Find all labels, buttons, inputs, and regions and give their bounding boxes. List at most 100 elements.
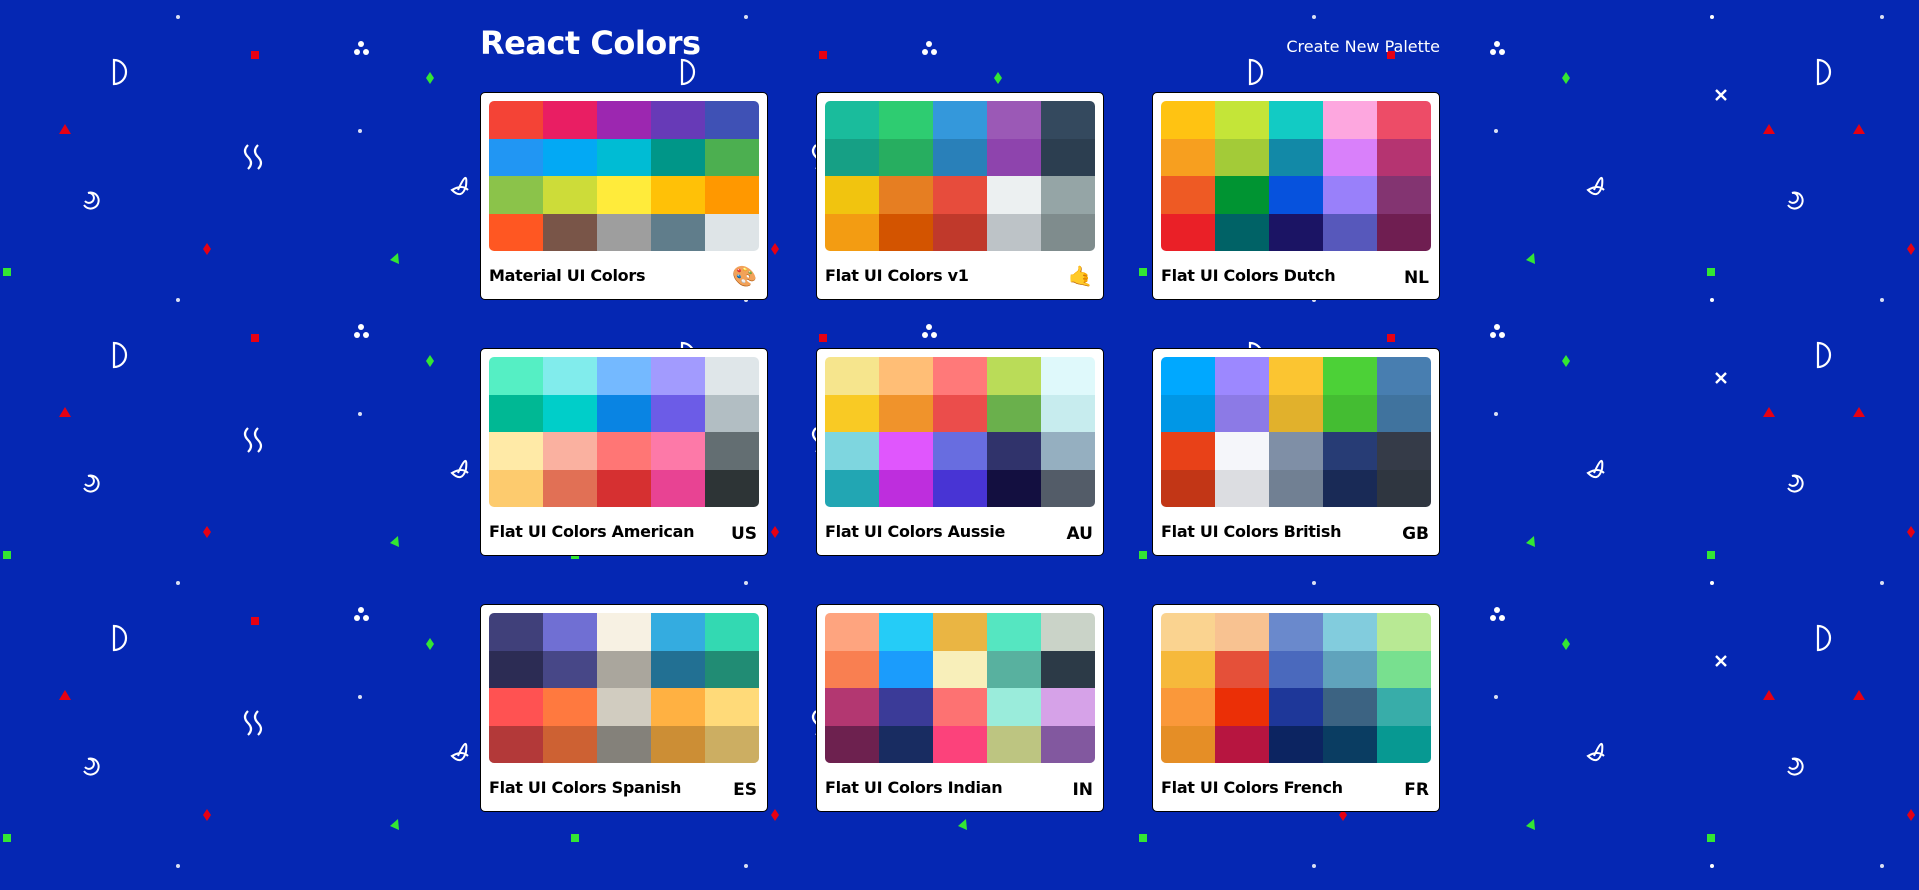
- color-swatch: [1041, 213, 1095, 251]
- color-swatch: [1269, 101, 1323, 139]
- color-swatch: [1041, 432, 1095, 470]
- palette-emoji-flag: IN: [1072, 780, 1093, 800]
- color-swatch: [651, 432, 705, 470]
- color-swatch: [1041, 176, 1095, 214]
- create-new-palette-link[interactable]: Create New Palette: [1286, 37, 1440, 56]
- palette-card-footer: Material UI Colors 🎨: [489, 251, 759, 299]
- palette-card[interactable]: Flat UI Colors Spanish ES: [480, 604, 768, 812]
- color-swatch: [1161, 101, 1215, 139]
- color-swatch: [1323, 432, 1377, 470]
- color-swatch: [543, 650, 597, 688]
- color-swatch: [1215, 650, 1269, 688]
- color-swatch: [987, 394, 1041, 432]
- color-swatch: [1161, 176, 1215, 214]
- color-swatch: [1041, 469, 1095, 507]
- color-swatch: [1377, 138, 1431, 176]
- color-swatch: [1215, 469, 1269, 507]
- color-swatch: [1323, 469, 1377, 507]
- color-swatch: [1161, 469, 1215, 507]
- color-swatch: [489, 394, 543, 432]
- color-swatch: [705, 432, 759, 470]
- color-swatch: [543, 394, 597, 432]
- color-swatch: [987, 138, 1041, 176]
- palette-card[interactable]: Flat UI Colors British GB: [1152, 348, 1440, 556]
- color-swatch: [1323, 138, 1377, 176]
- color-swatch: [1041, 394, 1095, 432]
- palette-card[interactable]: Flat UI Colors American US: [480, 348, 768, 556]
- color-swatch: [597, 688, 651, 726]
- palette-icon: 🎨: [732, 264, 757, 288]
- color-swatch: [1269, 213, 1323, 251]
- color-swatch: [1161, 432, 1215, 470]
- palette-card[interactable]: Flat UI Colors Indian IN: [816, 604, 1104, 812]
- color-swatch: [1269, 613, 1323, 651]
- color-swatch: [705, 650, 759, 688]
- color-swatch: [1323, 176, 1377, 214]
- color-swatch: [879, 688, 933, 726]
- color-swatch: [597, 138, 651, 176]
- palette-card-footer: Flat UI Colors Aussie AU: [825, 507, 1095, 555]
- color-swatch: [489, 138, 543, 176]
- color-swatch: [1323, 357, 1377, 395]
- color-swatch: [1041, 138, 1095, 176]
- color-swatch: [1269, 138, 1323, 176]
- color-swatch: [705, 688, 759, 726]
- color-swatch: [489, 688, 543, 726]
- color-swatch: [987, 650, 1041, 688]
- color-swatch: [1161, 650, 1215, 688]
- color-swatch: [651, 101, 705, 139]
- palette-swatches: [489, 101, 759, 251]
- color-swatch: [1269, 432, 1323, 470]
- color-swatch: [1041, 357, 1095, 395]
- color-swatch: [489, 101, 543, 139]
- color-swatch: [597, 394, 651, 432]
- color-swatch: [825, 357, 879, 395]
- palette-emoji-flag: NL: [1403, 268, 1429, 288]
- color-swatch: [933, 432, 987, 470]
- color-swatch: [1323, 650, 1377, 688]
- palette-card[interactable]: Flat UI Colors v1 🤙: [816, 92, 1104, 300]
- color-swatch: [825, 101, 879, 139]
- color-swatch: [879, 613, 933, 651]
- color-swatch: [1161, 138, 1215, 176]
- palette-name: Flat UI Colors Spanish: [489, 777, 682, 797]
- color-swatch: [597, 357, 651, 395]
- color-swatch: [933, 101, 987, 139]
- palette-card-footer: Flat UI Colors Spanish ES: [489, 763, 759, 811]
- color-swatch: [1377, 357, 1431, 395]
- palette-card[interactable]: Flat UI Colors Dutch NL: [1152, 92, 1440, 300]
- color-swatch: [987, 613, 1041, 651]
- color-swatch: [1215, 138, 1269, 176]
- color-swatch: [543, 613, 597, 651]
- color-swatch: [987, 176, 1041, 214]
- color-swatch: [1377, 613, 1431, 651]
- color-swatch: [1041, 613, 1095, 651]
- color-swatch: [597, 613, 651, 651]
- color-swatch: [987, 688, 1041, 726]
- color-swatch: [489, 725, 543, 763]
- palette-grid: Material UI Colors 🎨 Flat UI Colors v1 🤙 Fla…: [480, 92, 1440, 812]
- app-title: React Colors: [480, 24, 701, 62]
- palette-name: Flat UI Colors Indian: [825, 777, 1003, 797]
- palette-card-footer: Flat UI Colors American US: [489, 507, 759, 555]
- color-swatch: [543, 725, 597, 763]
- color-swatch: [705, 394, 759, 432]
- color-swatch: [933, 650, 987, 688]
- palette-card[interactable]: Material UI Colors 🎨: [480, 92, 768, 300]
- color-swatch: [489, 432, 543, 470]
- color-swatch: [825, 432, 879, 470]
- palette-name: Flat UI Colors v1: [825, 265, 969, 285]
- palette-card[interactable]: Flat UI Colors French FR: [1152, 604, 1440, 812]
- color-swatch: [543, 101, 597, 139]
- color-swatch: [879, 469, 933, 507]
- color-swatch: [651, 176, 705, 214]
- color-swatch: [597, 101, 651, 139]
- color-swatch: [705, 138, 759, 176]
- palette-emoji-flag: GB: [1402, 524, 1429, 544]
- palette-card[interactable]: Flat UI Colors Aussie AU: [816, 348, 1104, 556]
- color-swatch: [1041, 101, 1095, 139]
- color-swatch: [543, 176, 597, 214]
- color-swatch: [543, 357, 597, 395]
- color-swatch: [1215, 357, 1269, 395]
- palette-card-footer: Flat UI Colors French FR: [1161, 763, 1431, 811]
